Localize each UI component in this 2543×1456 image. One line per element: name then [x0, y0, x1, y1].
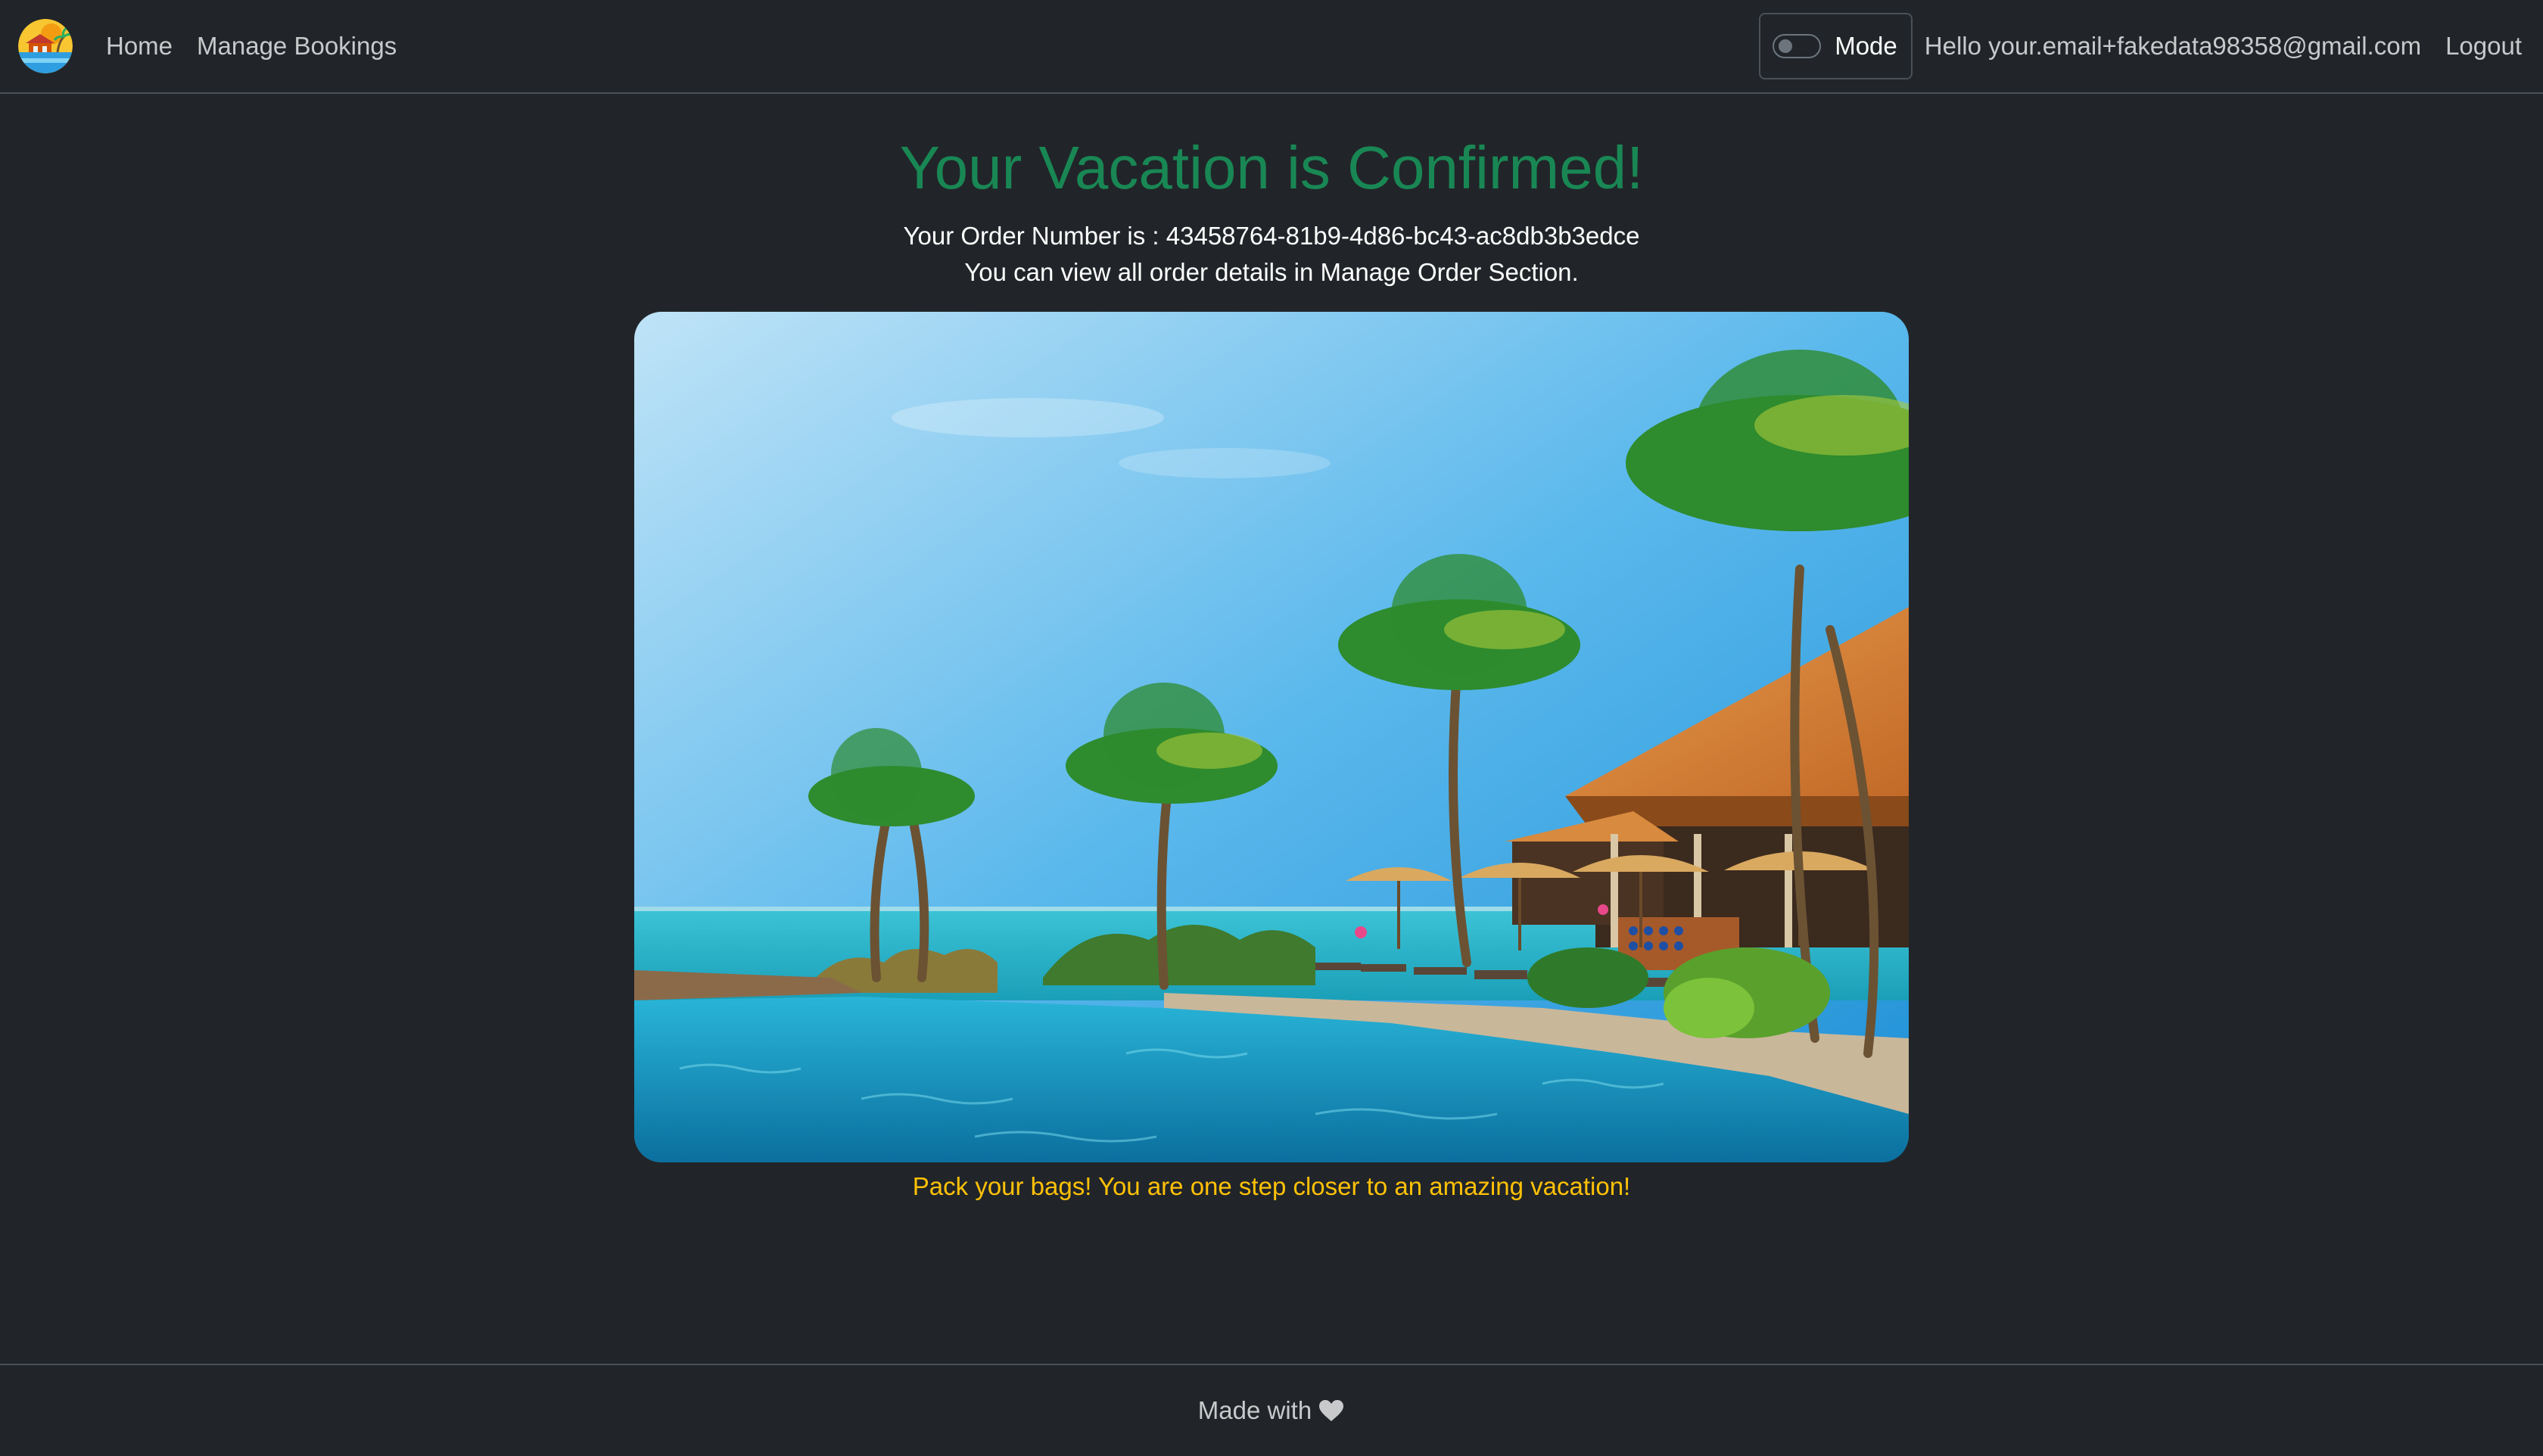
- footer: Made with: [0, 1364, 2543, 1456]
- order-number-text: Your Order Number is : 43458764-81b9-4d8…: [903, 222, 1640, 250]
- mode-label: Mode: [1835, 32, 1897, 60]
- mode-switch[interactable]: [1773, 34, 1822, 58]
- resort-pool-image: [634, 312, 1909, 1162]
- order-details-hint: You can view all order details in Manage…: [964, 258, 1579, 286]
- switch-knob: [1779, 39, 1793, 53]
- page-title: Your Vacation is Confirmed!: [899, 134, 1644, 201]
- nav-manage-bookings-link[interactable]: Manage Bookings: [197, 32, 397, 61]
- confirmation-section: Your Vacation is Confirmed! Your Order N…: [0, 94, 2543, 1200]
- nav-home-link[interactable]: Home: [106, 32, 173, 61]
- brand-logo-icon[interactable]: [18, 19, 73, 73]
- navbar: Home Manage Bookings Mode Hello your.ema…: [0, 0, 2543, 94]
- user-greeting: Hello your.email+fakedata98358@gmail.com: [1924, 32, 2422, 60]
- vacation-tagline: Pack your bags! You are one step closer …: [912, 1172, 1631, 1200]
- nav-right: Mode Hello your.email+fakedata98358@gmai…: [1759, 0, 2522, 92]
- footer-text: Made with: [1197, 1396, 1312, 1424]
- heart-icon: [1319, 1400, 1344, 1421]
- mode-toggle-button[interactable]: Mode: [1759, 13, 1913, 79]
- nav-left: Home Manage Bookings: [18, 0, 421, 92]
- logout-link[interactable]: Logout: [2445, 32, 2522, 61]
